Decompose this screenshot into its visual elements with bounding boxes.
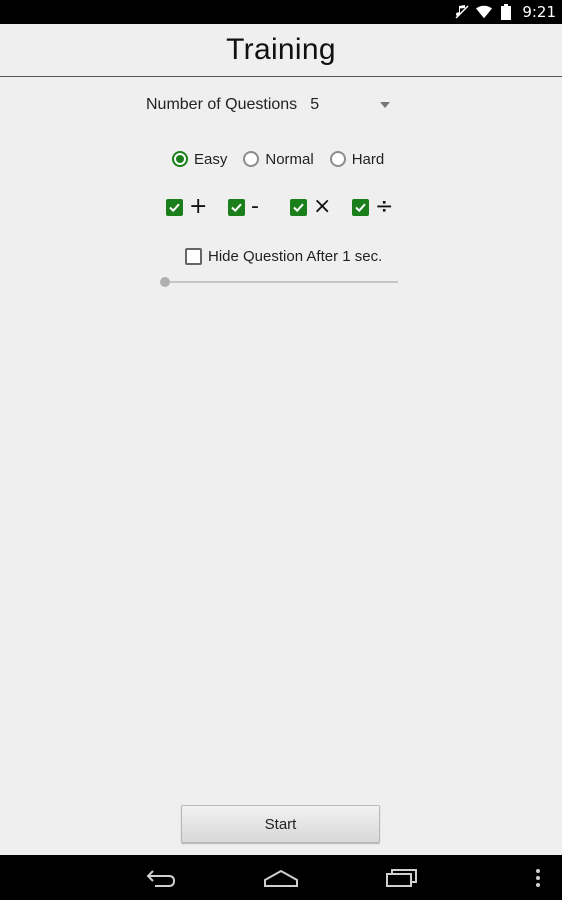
operator-division[interactable]: ÷ xyxy=(352,196,414,218)
operator-subtraction[interactable]: - xyxy=(228,196,290,218)
operator-symbol: - xyxy=(251,194,259,219)
hide-question-label: Hide Question After 1 sec. xyxy=(208,247,383,265)
operator-addition[interactable]: + xyxy=(166,196,228,218)
questions-row: Number of Questions 5 xyxy=(146,92,391,118)
checkbox[interactable] xyxy=(166,198,183,216)
checkbox[interactable] xyxy=(290,198,307,216)
checkbox[interactable] xyxy=(228,198,245,216)
title-bar: Training xyxy=(0,24,562,77)
questions-label: Number of Questions xyxy=(146,96,298,113)
questions-spinner-value: 5 xyxy=(310,96,320,113)
slider-thumb[interactable] xyxy=(160,277,170,287)
battery-icon xyxy=(498,4,514,20)
radio-button[interactable] xyxy=(172,151,188,167)
operator-symbol: × xyxy=(313,194,332,219)
home-icon[interactable] xyxy=(260,855,302,900)
operator-symbol: + xyxy=(189,194,208,219)
questions-spinner[interactable]: 5 xyxy=(310,92,391,118)
wifi-icon xyxy=(476,4,493,20)
start-button[interactable]: Start xyxy=(181,805,380,843)
radio-button[interactable] xyxy=(329,151,346,167)
operator-symbol: ÷ xyxy=(375,194,394,219)
status-time: 9:21 xyxy=(522,3,556,21)
status-bar: 9:21 xyxy=(0,0,562,24)
difficulty-option-normal[interactable]: Normal xyxy=(243,150,314,168)
status-icons: 9:21 xyxy=(454,0,556,24)
slider-track xyxy=(165,281,398,283)
difficulty-radio-group: Easy Normal Hard xyxy=(172,148,400,170)
dropdown-arrow-icon xyxy=(380,102,391,108)
operator-multiplication[interactable]: × xyxy=(290,196,352,218)
operators-row: + - × ÷ xyxy=(166,195,414,219)
back-icon[interactable] xyxy=(140,855,182,900)
radio-button[interactable] xyxy=(243,151,260,167)
hide-question-option[interactable]: Hide Question After 1 sec. xyxy=(185,246,382,266)
muted-icon xyxy=(454,4,470,20)
difficulty-option-easy[interactable]: Easy xyxy=(172,151,227,168)
menu-icon[interactable] xyxy=(528,855,548,900)
difficulty-label: Normal xyxy=(265,150,314,168)
navigation-bar xyxy=(0,855,562,900)
difficulty-option-hard[interactable]: Hard xyxy=(329,150,385,168)
hide-question-checkbox[interactable] xyxy=(185,247,202,265)
page-title: Training xyxy=(226,33,336,66)
checkbox[interactable] xyxy=(352,198,369,216)
hide-delay-slider[interactable] xyxy=(160,275,398,289)
difficulty-label: Easy xyxy=(194,150,228,168)
difficulty-label: Hard xyxy=(351,150,385,168)
recent-apps-icon[interactable] xyxy=(381,855,423,900)
